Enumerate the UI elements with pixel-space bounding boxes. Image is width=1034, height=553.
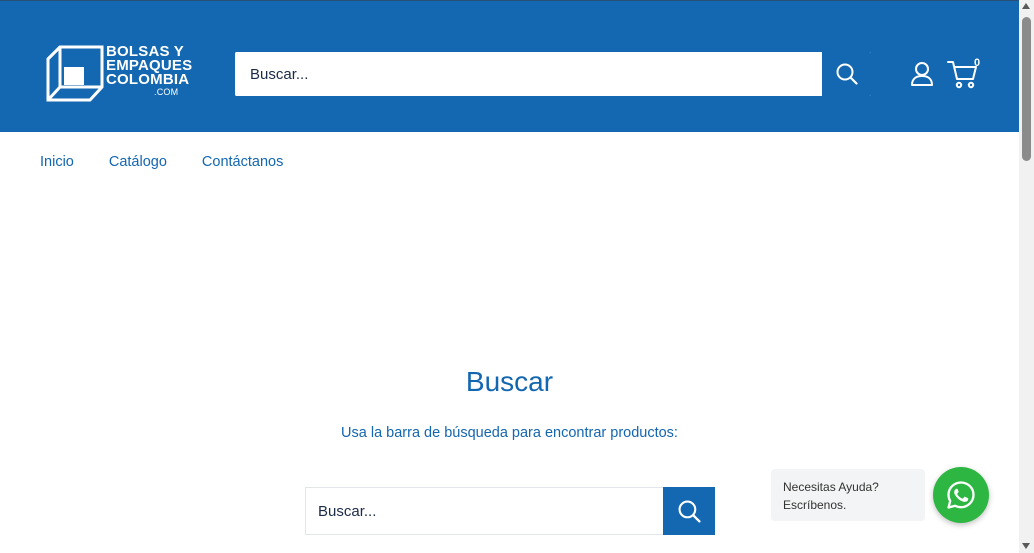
page-subtitle: Usa la barra de búsqueda para encontrar … bbox=[341, 425, 678, 441]
whatsapp-help-line-2: Escríbenos. bbox=[783, 498, 847, 512]
whatsapp-help-bubble[interactable]: Necesitas Ayuda? Escríbenos. bbox=[771, 469, 925, 521]
nav-item-inicio[interactable]: Inicio bbox=[40, 154, 74, 170]
page-search-input[interactable] bbox=[306, 488, 664, 534]
account-button[interactable] bbox=[908, 60, 936, 88]
page-search-button[interactable] bbox=[663, 487, 715, 535]
whatsapp-icon bbox=[947, 481, 975, 509]
logo-line-3: COLOMBIA bbox=[106, 71, 190, 88]
whatsapp-help-line-1: Necesitas Ayuda? bbox=[783, 480, 879, 494]
header-search bbox=[235, 52, 871, 96]
scrollbar-thumb[interactable] bbox=[1022, 17, 1031, 161]
logo-wordmark: BOLSAS Y EMPAQUES COLOMBIA .COM bbox=[106, 44, 192, 97]
site-header: BOLSAS Y EMPAQUES COLOMBIA .COM 0 bbox=[0, 0, 1019, 132]
cart-count-badge: 0 bbox=[974, 57, 981, 69]
search-icon bbox=[678, 500, 701, 523]
scroll-down-arrow-icon[interactable] bbox=[1022, 543, 1030, 549]
nav-item-catalogo[interactable]: Catálogo bbox=[109, 154, 167, 170]
page-search bbox=[305, 487, 715, 535]
header-search-input[interactable] bbox=[235, 52, 822, 96]
search-icon bbox=[836, 63, 858, 85]
page-title: Buscar bbox=[465, 366, 554, 397]
box-logo-icon bbox=[46, 45, 104, 102]
whatsapp-button[interactable] bbox=[933, 467, 989, 523]
scroll-up-arrow-icon[interactable] bbox=[1022, 3, 1030, 9]
logo[interactable]: BOLSAS Y EMPAQUES COLOMBIA .COM bbox=[46, 44, 196, 103]
logo-suffix: .COM bbox=[154, 87, 179, 97]
main-nav: Inicio Catálogo Contáctanos bbox=[40, 154, 283, 170]
header-search-button[interactable] bbox=[822, 52, 871, 96]
nav-item-contactanos[interactable]: Contáctanos bbox=[202, 154, 283, 170]
page-scrollbar[interactable] bbox=[1019, 0, 1034, 553]
user-icon bbox=[911, 62, 933, 86]
